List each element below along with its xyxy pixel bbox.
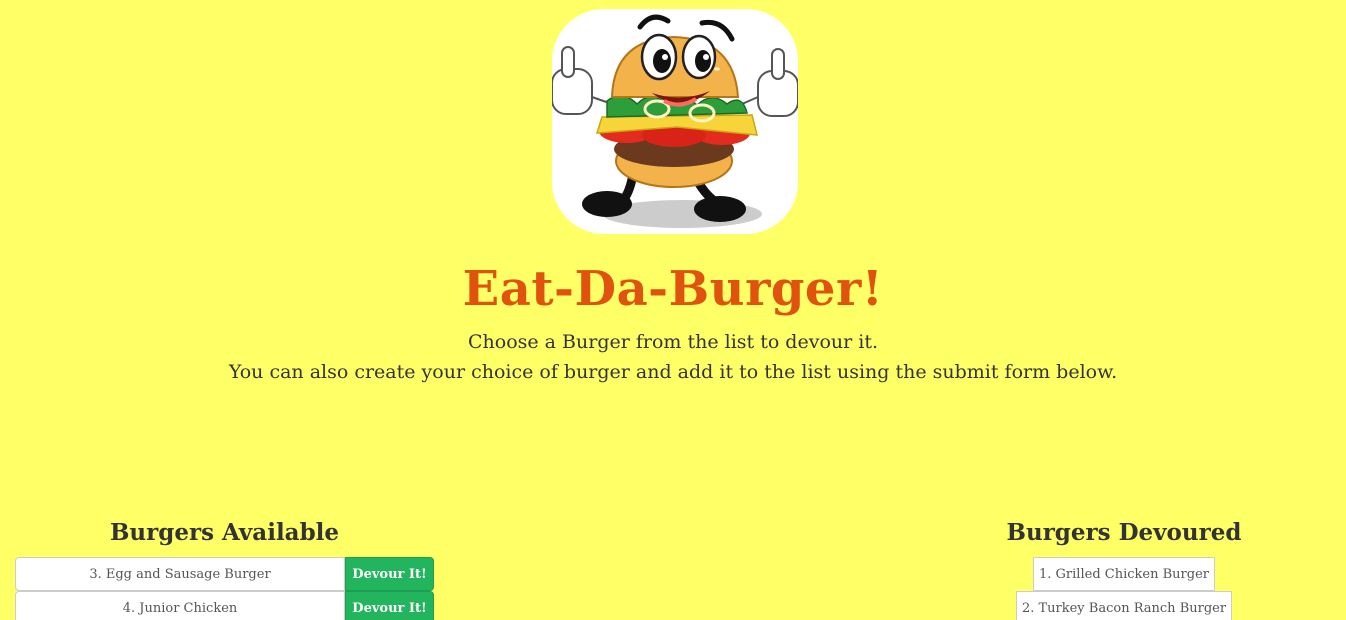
- subtitle-line-2: You can also create your choice of burge…: [228, 361, 1118, 383]
- burger-name: 3. Egg and Sausage Burger: [15, 557, 345, 591]
- burgers-available-heading: Burgers Available: [109, 519, 340, 546]
- burgers-devoured-heading: Burgers Devoured: [1006, 519, 1242, 546]
- devour-button[interactable]: Devour It!: [345, 557, 434, 591]
- devoured-item: 1. Grilled Chicken Burger: [1033, 557, 1215, 591]
- cartoon-burger-mascot-icon: [552, 14, 798, 228]
- devour-button[interactable]: Devour It!: [345, 591, 434, 620]
- page: Eat-Da-Burger! Choose a Burger from the …: [0, 0, 1346, 620]
- page-title: Eat-Da-Burger!: [462, 261, 884, 317]
- devoured-item: 2. Turkey Bacon Ranch Burger: [1016, 591, 1232, 620]
- list-item: 3. Egg and Sausage Burger Devour It!: [15, 557, 434, 591]
- subtitle-line-1: Choose a Burger from the list to devour …: [467, 331, 878, 353]
- list-item: 4. Junior Chicken Devour It!: [15, 591, 434, 620]
- burger-name: 4. Junior Chicken: [15, 591, 345, 620]
- burger-mascot-logo: [552, 9, 798, 234]
